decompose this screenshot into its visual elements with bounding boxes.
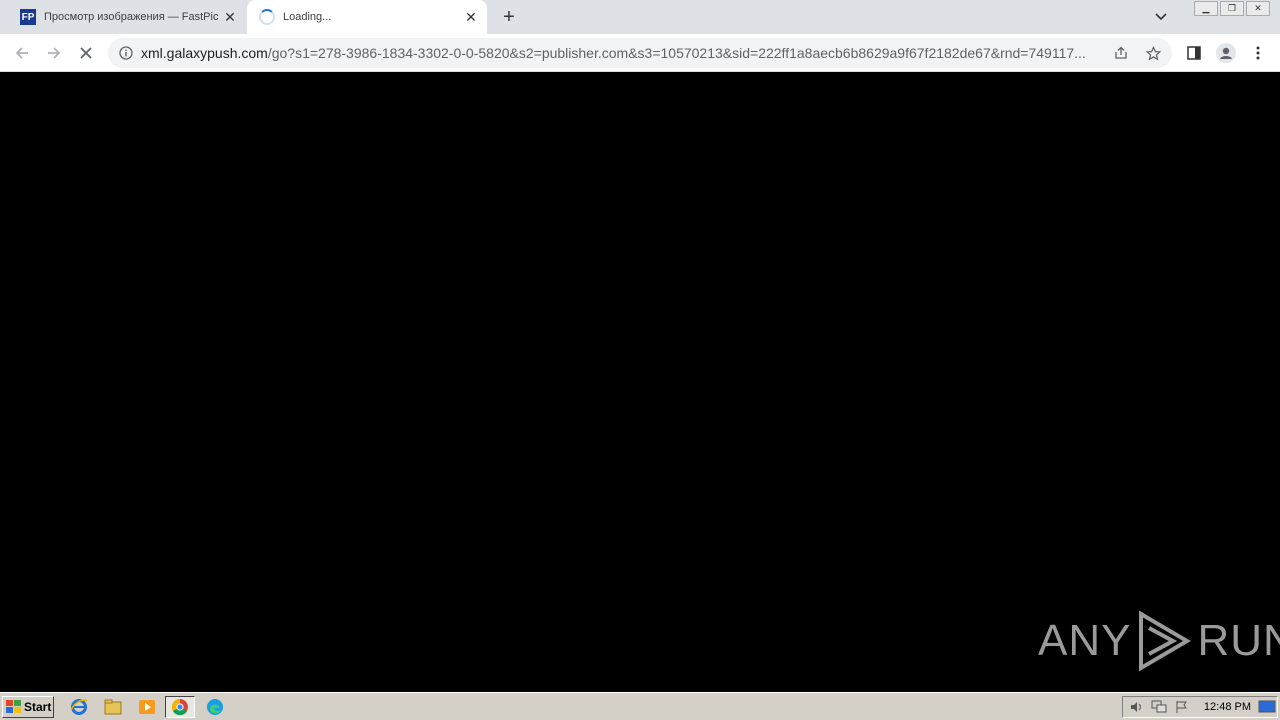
url-path: /go?s1=278-3986-1834-3302-0-0-5820&s2=pu… (267, 45, 1086, 61)
network-icon[interactable] (1151, 700, 1167, 714)
tab-title: Loading... (283, 11, 332, 23)
media-player-icon[interactable] (136, 697, 158, 717)
tab-loading[interactable]: Loading... ✕ (247, 0, 487, 34)
browser-toolbar: xml.galaxypush.com/go?s1=278-3986-1834-3… (0, 34, 1280, 72)
chrome-icon[interactable] (165, 696, 195, 718)
profile-button[interactable] (1212, 39, 1240, 67)
back-button[interactable] (8, 39, 36, 67)
window-controls: ▁ ❐ ✕ (1194, 1, 1270, 16)
edge-icon[interactable] (204, 697, 226, 717)
minimize-button[interactable]: ▁ (1194, 1, 1218, 16)
volume-icon[interactable] (1129, 700, 1143, 714)
windows-logo-icon (6, 700, 21, 713)
show-desktop-icon[interactable] (1256, 697, 1278, 717)
share-icon[interactable] (1108, 40, 1134, 66)
loading-spinner-icon (259, 9, 275, 25)
tab-title: Просмотр изображения — FastPic (44, 11, 219, 23)
tab-fastpic[interactable]: FP Просмотр изображения — FastPic ✕ (8, 0, 246, 34)
close-icon[interactable]: ✕ (463, 9, 479, 25)
close-window-button[interactable]: ✕ (1246, 1, 1270, 16)
stop-button[interactable] (72, 39, 100, 67)
avatar-icon (1216, 43, 1236, 63)
play-logo-icon (1139, 610, 1192, 672)
action-center-flag-icon[interactable] (1175, 700, 1189, 714)
tab-strip: FP Просмотр изображения — FastPic ✕ Load… (0, 0, 1280, 34)
watermark-left: ANY (1038, 616, 1132, 665)
page-content[interactable] (0, 72, 1280, 692)
new-tab-button[interactable]: + (498, 6, 520, 28)
forward-arrow-icon (48, 47, 61, 59)
anyrun-watermark: ANY RUN (1038, 610, 1280, 672)
address-bar[interactable]: xml.galaxypush.com/go?s1=278-3986-1834-3… (108, 38, 1172, 68)
kebab-menu-icon (1256, 46, 1260, 60)
restore-button[interactable]: ❐ (1220, 1, 1244, 16)
clock[interactable]: 12:48 PM (1204, 701, 1251, 713)
back-arrow-icon (15, 47, 28, 59)
close-icon[interactable]: ✕ (222, 9, 238, 25)
taskbar: Start 12:48 PM (0, 692, 1280, 720)
explorer-icon[interactable] (102, 697, 124, 717)
side-panel-icon (1187, 46, 1201, 60)
site-info-icon[interactable] (119, 46, 133, 60)
side-panel-button[interactable] (1180, 39, 1208, 67)
start-label: Start (24, 700, 52, 714)
url-host: xml.galaxypush.com (141, 45, 268, 61)
menu-button[interactable] (1244, 39, 1272, 67)
watermark-right: RUN (1197, 616, 1280, 665)
tab-search-icon[interactable] (1150, 6, 1172, 28)
url-text[interactable]: xml.galaxypush.com/go?s1=278-3986-1834-3… (141, 45, 1102, 61)
start-button[interactable]: Start (2, 696, 54, 718)
stop-icon (80, 47, 92, 59)
fastpic-icon: FP (20, 9, 36, 25)
system-tray: 12:48 PM (1122, 696, 1278, 718)
forward-button[interactable] (40, 39, 68, 67)
bookmark-star-icon[interactable] (1140, 40, 1166, 66)
ie-icon[interactable] (68, 697, 90, 717)
